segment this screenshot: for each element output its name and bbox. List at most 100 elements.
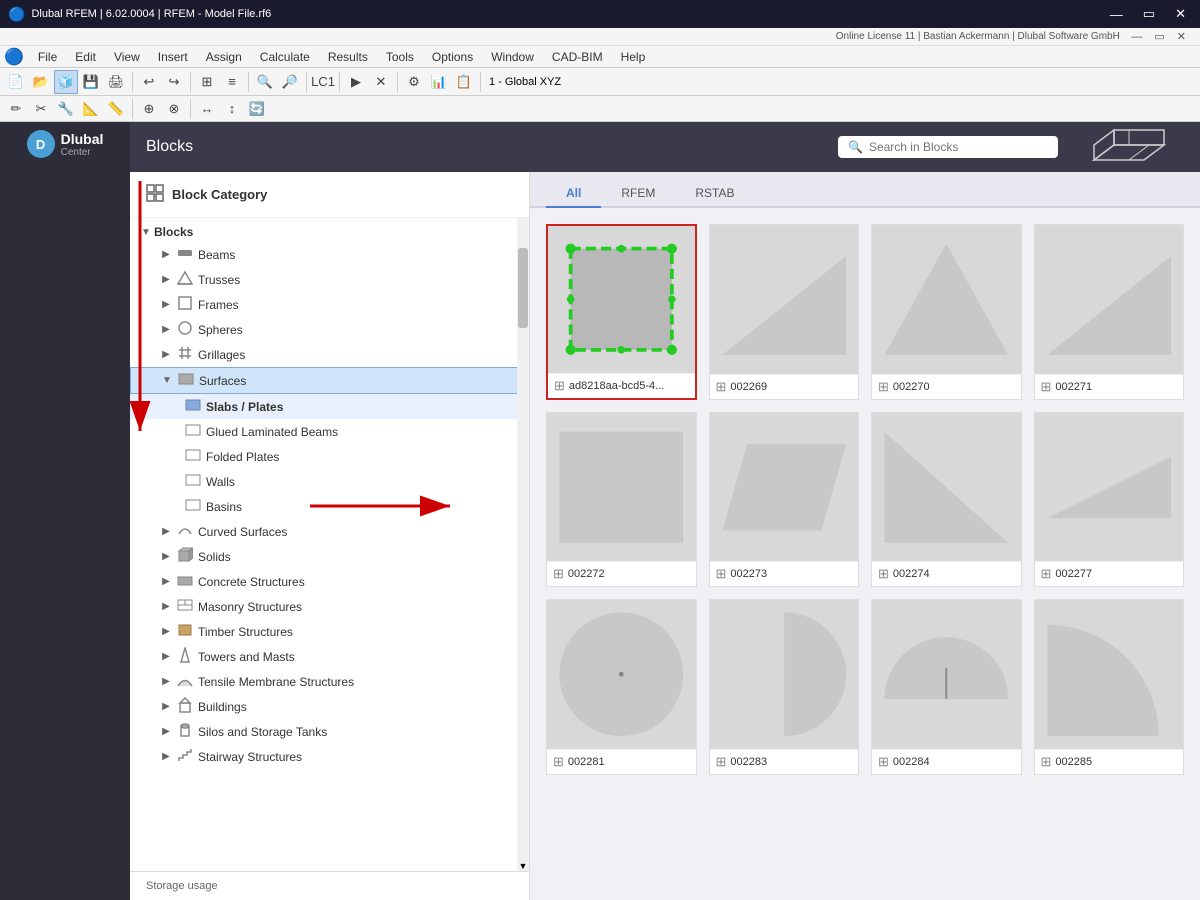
- open-btn[interactable]: 📂: [29, 70, 53, 94]
- license-maximize[interactable]: ▭: [1148, 28, 1170, 45]
- tree-item-buildings[interactable]: ▶ Buildings: [130, 694, 529, 719]
- redo-btn[interactable]: ↪: [162, 70, 186, 94]
- t2-btn2[interactable]: ✂: [29, 97, 53, 121]
- spheres-icon: [177, 320, 195, 339]
- tree-item-masonry[interactable]: ▶ Masonry Structures: [130, 594, 529, 619]
- surfaces-expand: ▼: [159, 375, 175, 386]
- t2-btn9[interactable]: ↕: [220, 97, 244, 121]
- t2-btn7[interactable]: ⊗: [162, 97, 186, 121]
- tree-item-surfaces[interactable]: ▼ Surfaces: [130, 367, 529, 394]
- tree-item-slabs[interactable]: Slabs / Plates: [130, 394, 529, 419]
- item12-icon: ⊞: [1041, 754, 1052, 770]
- lc-btn[interactable]: LC1: [311, 70, 335, 94]
- tree-item-basins[interactable]: Basins: [130, 494, 529, 519]
- catalog-item-8[interactable]: ⊞ 002277: [1034, 412, 1185, 588]
- catalog-item-10[interactable]: ⊞ 002283: [709, 599, 860, 775]
- menu-assign[interactable]: Assign: [198, 48, 250, 66]
- maximize-button[interactable]: ▭: [1137, 4, 1161, 24]
- menu-cadbim[interactable]: CAD-BIM: [544, 48, 611, 66]
- tree-item-concrete[interactable]: ▶ Concrete Structures: [130, 569, 529, 594]
- tree-item-spheres[interactable]: ▶ Spheres: [130, 317, 529, 342]
- tree-blocks-root[interactable]: ▼ Blocks: [130, 222, 529, 242]
- tree-item-curved[interactable]: ▶ Curved Surfaces: [130, 519, 529, 544]
- catalog-item-4[interactable]: ⊞ 002271: [1034, 224, 1185, 400]
- tree-item-grillages[interactable]: ▶ Grillages: [130, 342, 529, 367]
- run-btn[interactable]: ▶: [344, 70, 368, 94]
- menu-results[interactable]: Results: [320, 48, 376, 66]
- menu-edit[interactable]: Edit: [67, 48, 104, 66]
- misc2-btn[interactable]: 📊: [427, 70, 451, 94]
- sep6: [397, 72, 398, 92]
- tree-item-tensile[interactable]: ▶ Tensile Membrane Structures: [130, 669, 529, 694]
- catalog-item-2[interactable]: ⊞ 002269: [709, 224, 860, 400]
- minimize-button[interactable]: —: [1104, 4, 1129, 24]
- beams-expand: ▶: [158, 249, 174, 260]
- save-btn[interactable]: 💾: [79, 70, 103, 94]
- tree-item-beams[interactable]: ▶ Beams: [130, 242, 529, 267]
- search-bar[interactable]: 🔍: [838, 136, 1058, 158]
- license-close[interactable]: ✕: [1171, 28, 1192, 45]
- menu-tools[interactable]: Tools: [378, 48, 422, 66]
- stop-btn[interactable]: ✕: [369, 70, 393, 94]
- catalog-item-6[interactable]: ⊞ 002273: [709, 412, 860, 588]
- sidebar-scrollbar[interactable]: ▼: [517, 218, 529, 871]
- tab-all[interactable]: All: [546, 180, 601, 208]
- table-btn[interactable]: ⊞: [195, 70, 219, 94]
- grillages-label: Grillages: [198, 348, 521, 362]
- zoom-out-btn[interactable]: 🔎: [278, 70, 302, 94]
- tree-item-glued[interactable]: Glued Laminated Beams: [130, 419, 529, 444]
- menu-insert[interactable]: Insert: [150, 48, 196, 66]
- menu-help[interactable]: Help: [613, 48, 654, 66]
- menu-window[interactable]: Window: [483, 48, 542, 66]
- tree-item-walls[interactable]: Walls: [130, 469, 529, 494]
- t2-btn3[interactable]: 🔧: [54, 97, 78, 121]
- tab-rfem[interactable]: RFEM: [601, 180, 675, 208]
- item7-thumb: [872, 413, 1021, 562]
- prop-btn[interactable]: ≡: [220, 70, 244, 94]
- menu-options[interactable]: Options: [424, 48, 481, 66]
- tree-item-towers[interactable]: ▶ Towers and Masts: [130, 644, 529, 669]
- new-btn[interactable]: 📄: [4, 70, 28, 94]
- zoom-in-btn[interactable]: 🔍: [253, 70, 277, 94]
- t2-btn10[interactable]: 🔄: [245, 97, 269, 121]
- t2-btn1[interactable]: ✏: [4, 97, 28, 121]
- scrollbar-thumb[interactable]: [518, 248, 528, 328]
- item6-thumb: [710, 413, 859, 562]
- catalog-item-5[interactable]: ⊞ 002272: [546, 412, 697, 588]
- misc3-btn[interactable]: 📋: [452, 70, 476, 94]
- scroll-down-arrow[interactable]: ▼: [517, 861, 529, 871]
- print-btn[interactable]: 🖨: [104, 70, 128, 94]
- close-button[interactable]: ✕: [1169, 4, 1192, 24]
- menu-file[interactable]: File: [30, 48, 65, 66]
- catalog-item-7[interactable]: ⊞ 002274: [871, 412, 1022, 588]
- undo-btn[interactable]: ↩: [137, 70, 161, 94]
- t2-btn8[interactable]: ↔: [195, 97, 219, 121]
- catalog-item-3[interactable]: ⊞ 002270: [871, 224, 1022, 400]
- catalog-item-11[interactable]: ⊞ 002284: [871, 599, 1022, 775]
- tree-item-solids[interactable]: ▶ Solids: [130, 544, 529, 569]
- item6-icon: ⊞: [716, 566, 727, 582]
- tree-item-timber[interactable]: ▶ Timber Structures: [130, 619, 529, 644]
- tab-rstab[interactable]: RSTAB: [675, 180, 754, 208]
- menu-calculate[interactable]: Calculate: [252, 48, 318, 66]
- license-minimize[interactable]: —: [1125, 29, 1148, 45]
- item10-icon: ⊞: [716, 754, 727, 770]
- catalog-item-9[interactable]: ⊞ 002281: [546, 599, 697, 775]
- item2-label: ⊞ 002269: [710, 374, 859, 399]
- catalog-item-1[interactable]: ⊞ ad8218aa-bcd5-4...: [546, 224, 697, 400]
- search-input[interactable]: [869, 140, 1048, 154]
- t2-btn6[interactable]: ⊕: [137, 97, 161, 121]
- tree-item-silos[interactable]: ▶ Silos and Storage Tanks: [130, 719, 529, 744]
- catalog-item-12[interactable]: ⊞ 002285: [1034, 599, 1185, 775]
- tree-item-stairway[interactable]: ▶ Stairway Structures: [130, 744, 529, 769]
- blocks-btn[interactable]: 🧊: [54, 70, 78, 94]
- menu-view[interactable]: View: [106, 48, 148, 66]
- tree-item-folded[interactable]: Folded Plates: [130, 444, 529, 469]
- frames-icon: [177, 295, 195, 314]
- tree-item-trusses[interactable]: ▶ Trusses: [130, 267, 529, 292]
- folded-label: Folded Plates: [206, 450, 521, 464]
- tree-item-frames[interactable]: ▶ Frames: [130, 292, 529, 317]
- t2-btn5[interactable]: 📏: [104, 97, 128, 121]
- t2-btn4[interactable]: 📐: [79, 97, 103, 121]
- misc1-btn[interactable]: ⚙: [402, 70, 426, 94]
